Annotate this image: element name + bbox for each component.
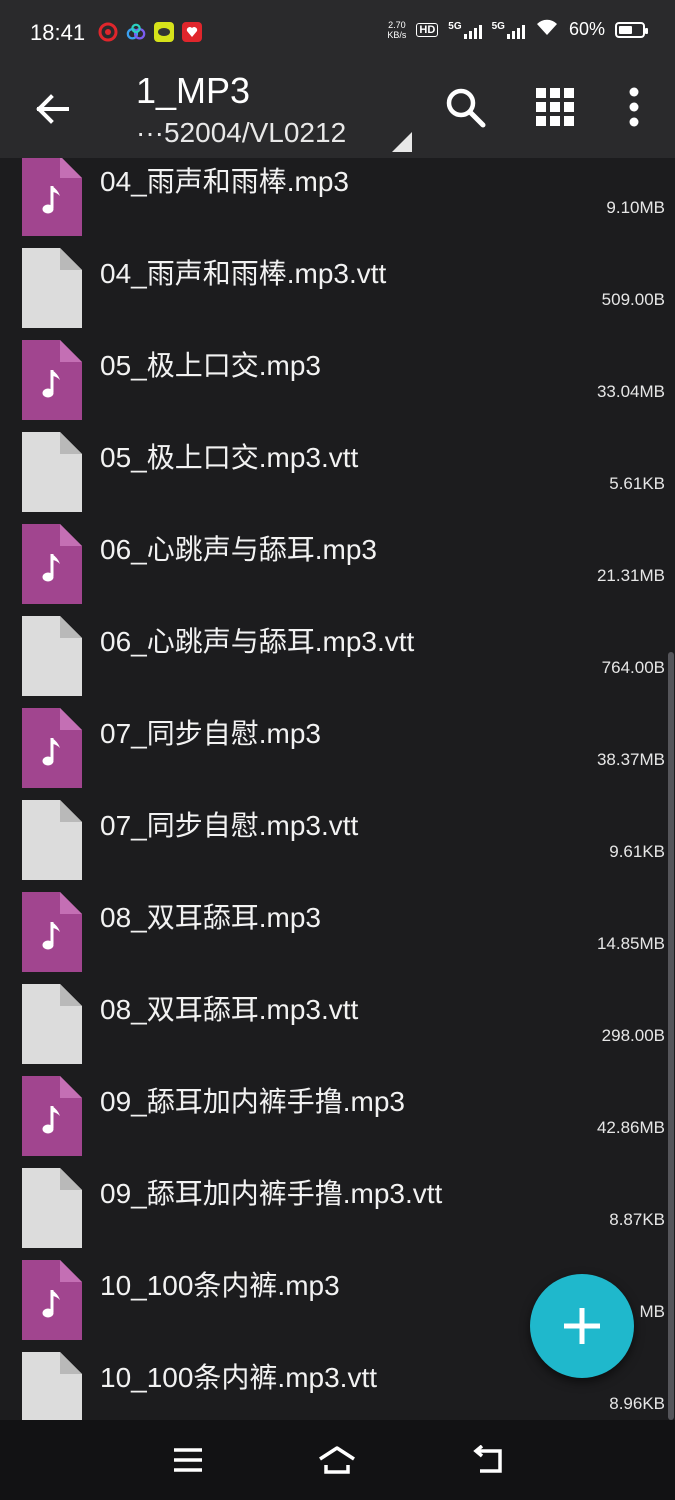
generic-file-icon (22, 1168, 82, 1248)
sim2-signal-icon: 5G (492, 21, 525, 39)
file-name: 05_极上口交.mp3 (100, 350, 321, 381)
grid-view-button[interactable] (530, 82, 580, 132)
network-speed: 2.70 KB/s (387, 20, 406, 40)
file-name: 10_100条内裤.mp3 (100, 1270, 340, 1301)
sim2-label: 5G (491, 20, 505, 32)
file-size: MB (639, 1302, 666, 1321)
back-nav-button[interactable] (466, 1440, 512, 1480)
file-row[interactable]: 09_舔耳加内裤手撸.mp3 42.86MB (0, 1070, 675, 1162)
audio-file-icon (22, 158, 82, 236)
back-button[interactable] (30, 86, 76, 132)
file-size: 38.37MB (596, 750, 665, 769)
sim1-label: 5G (448, 20, 462, 32)
generic-file-icon (22, 984, 82, 1064)
generic-file-icon (22, 432, 82, 512)
file-name: 08_双耳舔耳.mp3.vtt (100, 994, 359, 1025)
battery-percent: 60% (568, 19, 605, 39)
file-row[interactable]: 07_同步自慰.mp3.vtt 9.61KB (0, 794, 675, 886)
file-row[interactable]: 05_极上口交.mp3 33.04MB (0, 334, 675, 426)
arrow-left-icon (36, 94, 69, 124)
audio-file-icon (22, 1260, 82, 1340)
folder-path[interactable]: ···52004/VL0212 (136, 117, 346, 149)
file-name: 09_舔耳加内裤手撸.mp3 (100, 1086, 405, 1117)
app-notification-icon (154, 22, 174, 42)
more-options-button[interactable] (609, 82, 659, 132)
file-size: 8.96KB (609, 1394, 665, 1413)
baidu-netdisk-icon (126, 22, 146, 42)
app-bar: 1_MP3 ···52004/VL0212 (0, 70, 675, 158)
notification-icons (98, 22, 202, 42)
file-row[interactable]: 07_同步自慰.mp3 38.37MB (0, 702, 675, 794)
file-list[interactable]: 04_雨声和雨棒.mp3 9.10MB 04_雨声和雨棒.mp3.vtt 509.00… (0, 158, 675, 1420)
file-size: 9.10MB (606, 198, 665, 217)
file-name: 05_极上口交.mp3.vtt (100, 442, 359, 473)
file-size: 9.61KB (609, 842, 665, 861)
audio-file-icon (22, 524, 82, 604)
status-bar: 18:41 2.70 KB/s HD 5G 5G 60% (0, 0, 675, 70)
file-name: 06_心跳声与舔耳.mp3.vtt (100, 626, 415, 657)
file-size: 21.31MB (596, 566, 665, 585)
file-size: 42.86MB (596, 1118, 665, 1137)
menu-icon (174, 1448, 202, 1472)
file-row[interactable]: 04_雨声和雨棒.mp3 9.10MB (0, 158, 675, 242)
return-icon (473, 1445, 502, 1473)
add-button[interactable] (530, 1274, 634, 1378)
file-row[interactable]: 08_双耳舔耳.mp3 14.85MB (0, 886, 675, 978)
path-dropdown-icon[interactable] (392, 132, 412, 152)
status-time: 18:41 (30, 20, 86, 45)
file-size: 8.87KB (609, 1210, 665, 1229)
file-name: 08_双耳舔耳.mp3 (100, 902, 321, 933)
file-name: 04_雨声和雨棒.mp3 (100, 166, 349, 197)
search-button[interactable] (440, 82, 490, 132)
hd-badge: HD (416, 22, 439, 37)
generic-file-icon (22, 800, 82, 880)
file-row[interactable]: 05_极上口交.mp3.vtt 5.61KB (0, 426, 675, 518)
file-size: 298.00B (601, 1026, 665, 1045)
audio-file-icon (22, 708, 82, 788)
file-name: 07_同步自慰.mp3 (100, 718, 321, 749)
more-vert-icon (629, 87, 639, 127)
netease-music-icon (98, 22, 118, 42)
file-name: 10_100条内裤.mp3.vtt (100, 1362, 378, 1393)
file-row[interactable]: 08_双耳舔耳.mp3.vtt 298.00B (0, 978, 675, 1070)
network-speed-value: 2.70 (388, 19, 406, 30)
grid-icon (536, 88, 574, 126)
audio-file-icon (22, 892, 82, 972)
app-notification-icon-red (182, 22, 202, 42)
file-name: 07_同步自慰.mp3.vtt (100, 810, 359, 841)
scrollbar[interactable] (668, 652, 674, 1420)
battery-icon (615, 21, 648, 38)
home-nav-button[interactable] (314, 1440, 360, 1480)
file-size: 33.04MB (596, 382, 665, 401)
file-row[interactable]: 09_舔耳加内裤手撸.mp3.vtt 8.87KB (0, 1162, 675, 1254)
generic-file-icon (22, 248, 82, 328)
file-name: 06_心跳声与舔耳.mp3 (100, 534, 377, 565)
file-row[interactable]: 04_雨声和雨棒.mp3.vtt 509.00B (0, 242, 675, 334)
sim1-signal-icon: 5G (448, 20, 482, 39)
search-icon (446, 88, 486, 128)
file-name: 04_雨声和雨棒.mp3.vtt (100, 258, 387, 289)
audio-file-icon (22, 1076, 82, 1156)
home-icon (319, 1446, 355, 1474)
file-row[interactable]: 06_心跳声与舔耳.mp3.vtt 764.00B (0, 610, 675, 702)
menu-nav-button[interactable] (165, 1440, 211, 1480)
wifi-icon (535, 18, 559, 41)
file-size: 5.61KB (609, 474, 665, 493)
file-row[interactable]: 06_心跳声与舔耳.mp3 21.31MB (0, 518, 675, 610)
navigation-bar (0, 1420, 675, 1500)
audio-file-icon (22, 340, 82, 420)
file-name: 09_舔耳加内裤手撸.mp3.vtt (100, 1178, 443, 1209)
network-speed-unit: KB/s (387, 29, 407, 40)
plus-icon (564, 1308, 600, 1344)
folder-title: 1_MP3 (136, 70, 251, 111)
generic-file-icon (22, 616, 82, 696)
file-size: 14.85MB (596, 934, 665, 953)
file-size: 764.00B (601, 658, 665, 677)
generic-file-icon (22, 1352, 82, 1420)
file-size: 509.00B (601, 290, 665, 309)
status-indicators: 2.70 KB/s HD 5G 5G 60% (387, 18, 648, 41)
